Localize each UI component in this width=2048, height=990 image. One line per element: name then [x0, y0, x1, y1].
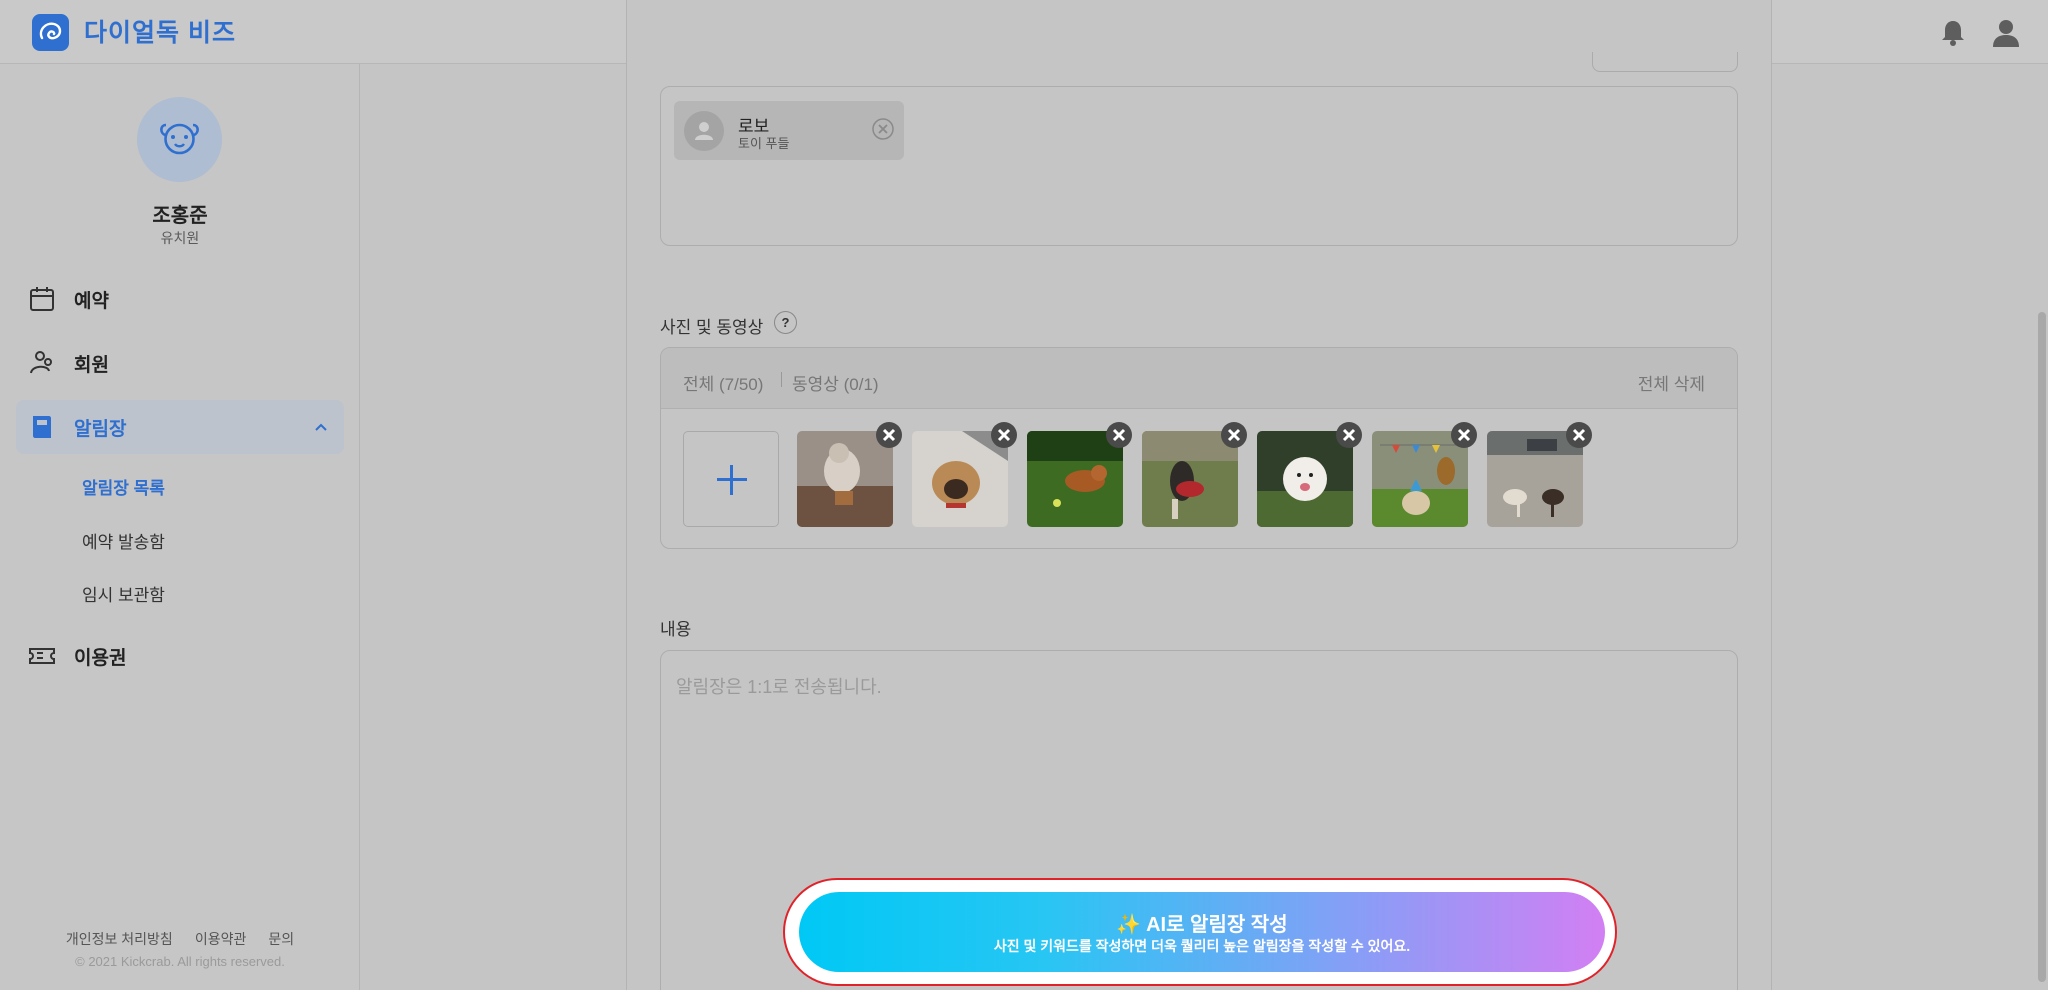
- help-icon[interactable]: ?: [774, 311, 797, 334]
- user-icon[interactable]: [1990, 17, 2022, 49]
- media-section-title: 사진 및 동영상: [660, 318, 764, 337]
- subitem-drafts[interactable]: 임시 보관함: [82, 581, 165, 606]
- contact-link[interactable]: 문의: [268, 931, 294, 947]
- remove-photo-icon[interactable]: [875, 421, 903, 449]
- notebook-icon: [28, 413, 56, 441]
- remove-photo-icon[interactable]: [1450, 421, 1478, 449]
- delete-all-button[interactable]: 전체 삭제: [1638, 370, 1705, 395]
- remove-recipient-icon[interactable]: [872, 118, 894, 140]
- terms-link[interactable]: 이용약관: [195, 931, 247, 947]
- avatar[interactable]: [137, 97, 222, 182]
- add-media-button[interactable]: [683, 431, 779, 527]
- content-placeholder: 알림장은 1:1로 전송됩니다.: [676, 677, 882, 697]
- ai-compose-button[interactable]: ✨ AI로 알림장 작성 사진 및 키워드를 작성하면 더욱 퀄리티 높은 알림…: [799, 892, 1605, 972]
- subitem-scheduled-outbox[interactable]: 예약 발송함: [82, 528, 165, 553]
- plus-icon-vertical: [730, 465, 733, 495]
- remove-photo-icon[interactable]: [1220, 421, 1248, 449]
- copyright: © 2021 Kickcrab. All rights reserved.: [75, 954, 285, 969]
- ai-button-subtitle: 사진 및 키워드를 작성하면 더욱 퀄리티 높은 알림장을 작성할 수 있어요.: [993, 938, 1411, 954]
- member-icon: [28, 349, 56, 377]
- sidebar-item-label: 회원: [74, 354, 109, 376]
- profile-name: 조홍준: [152, 205, 208, 227]
- logo-icon[interactable]: [32, 14, 69, 51]
- sidebar-item-ticket[interactable]: 이용권: [16, 629, 344, 683]
- media-count-all[interactable]: 전체 (7/50): [683, 370, 763, 395]
- content-label: 내용: [660, 620, 692, 639]
- profile-role: 유치원: [160, 230, 200, 246]
- calendar-icon: [28, 285, 56, 313]
- chevron-up-icon[interactable]: [314, 420, 328, 434]
- recipient-chip[interactable]: 로보 토이 푸들: [674, 101, 904, 160]
- pet-avatar: [684, 111, 724, 151]
- remove-photo-icon[interactable]: [1565, 421, 1593, 449]
- remove-photo-icon[interactable]: [990, 421, 1018, 449]
- sidebar-item-notice[interactable]: 알림장: [16, 400, 344, 454]
- sidebar-item-label: 예약: [74, 290, 109, 312]
- pet-breed: 토이 푸들: [738, 136, 790, 151]
- bell-icon[interactable]: [1938, 18, 1968, 48]
- footer-links: 개인정보 처리방침 이용약관 문의: [0, 929, 360, 949]
- media-header: 전체 (7/50) 동영상 (0/1) 전체 삭제: [661, 348, 1737, 409]
- partial-button[interactable]: [1592, 52, 1738, 72]
- remove-photo-icon[interactable]: [1335, 421, 1363, 449]
- brand-name[interactable]: 다이얼독 비즈: [84, 13, 236, 49]
- subitem-notice-list[interactable]: 알림장 목록: [82, 474, 165, 499]
- sidebar-item-reservation[interactable]: 예약: [16, 272, 344, 326]
- divider: [781, 372, 782, 387]
- privacy-link[interactable]: 개인정보 처리방침: [66, 931, 173, 947]
- ai-button-title: ✨ AI로 알림장 작성: [1116, 914, 1288, 936]
- scrollbar[interactable]: [2038, 312, 2046, 982]
- media-box: 전체 (7/50) 동영상 (0/1) 전체 삭제: [660, 347, 1738, 549]
- remove-photo-icon[interactable]: [1105, 421, 1133, 449]
- sidebar-item-member[interactable]: 회원: [16, 336, 344, 390]
- sidebar-item-label: 이용권: [74, 647, 127, 669]
- media-count-video[interactable]: 동영상 (0/1): [792, 370, 879, 395]
- ticket-icon: [28, 642, 56, 670]
- sidebar-item-label: 알림장: [74, 418, 127, 440]
